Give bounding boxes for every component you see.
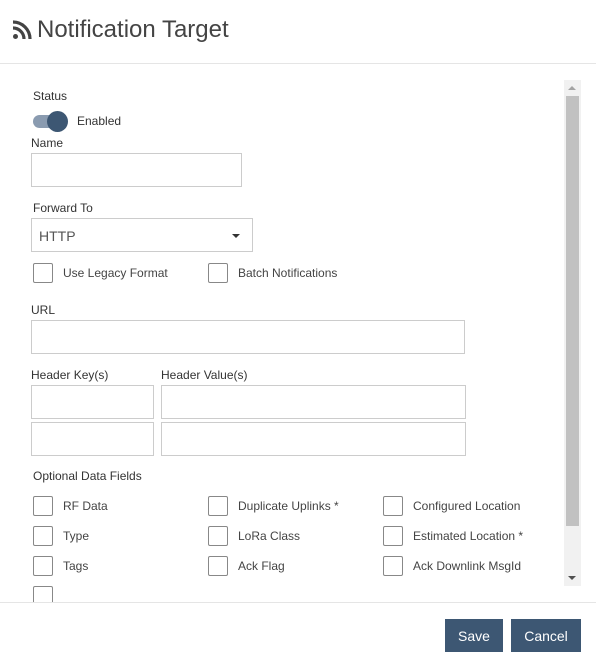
configured-location-label: Configured Location bbox=[413, 499, 521, 513]
lora-class-label: LoRa Class bbox=[238, 529, 301, 543]
url-label: URL bbox=[31, 303, 56, 317]
scroll-down-icon[interactable] bbox=[568, 576, 576, 580]
rss-icon bbox=[12, 20, 32, 40]
batch-notifications-label: Batch Notifications bbox=[238, 266, 338, 280]
header-value-input[interactable] bbox=[161, 422, 466, 456]
status-toggle-label: Enabled bbox=[77, 114, 122, 128]
header-key-input[interactable] bbox=[31, 422, 154, 456]
header-value-input[interactable] bbox=[161, 385, 466, 419]
toggle-knob bbox=[47, 111, 68, 132]
dialog-title: Notification Target bbox=[12, 16, 229, 44]
use-legacy-format-checkbox[interactable] bbox=[33, 263, 53, 283]
dialog-footer: Save Cancel bbox=[0, 602, 596, 667]
cancel-button[interactable]: Cancel bbox=[511, 619, 581, 652]
status-toggle[interactable] bbox=[33, 111, 69, 132]
dialog-title-text: Notification Target bbox=[37, 16, 229, 43]
scroll-up-icon[interactable] bbox=[568, 86, 576, 90]
url-input[interactable] bbox=[31, 320, 465, 354]
optional-fields-label: Optional Data Fields bbox=[33, 469, 142, 483]
caret-down-icon bbox=[232, 234, 240, 238]
lora-class-checkbox[interactable] bbox=[208, 526, 228, 546]
partial-checkbox[interactable] bbox=[33, 586, 53, 602]
batch-notifications-checkbox[interactable] bbox=[208, 263, 228, 283]
dialog-body: Status Enabled Name Forward To HTTP Use … bbox=[0, 64, 596, 602]
tags-checkbox[interactable] bbox=[33, 556, 53, 576]
type-label: Type bbox=[63, 529, 90, 543]
dialog-header: Notification Target bbox=[0, 0, 596, 64]
save-button[interactable]: Save bbox=[445, 619, 503, 652]
name-label: Name bbox=[31, 136, 64, 150]
name-input[interactable] bbox=[31, 153, 242, 187]
use-legacy-format-label: Use Legacy Format bbox=[63, 266, 168, 280]
tags-label: Tags bbox=[63, 559, 89, 573]
forward-to-label: Forward To bbox=[33, 201, 93, 215]
duplicate-uplinks-label: Duplicate Uplinks * bbox=[238, 499, 339, 513]
type-checkbox[interactable] bbox=[33, 526, 53, 546]
ack-downlink-msgid-label: Ack Downlink MsgId bbox=[413, 559, 522, 573]
configured-location-checkbox[interactable] bbox=[383, 496, 403, 516]
duplicate-uplinks-checkbox[interactable] bbox=[208, 496, 228, 516]
rf-data-checkbox[interactable] bbox=[33, 496, 53, 516]
estimated-location-checkbox[interactable] bbox=[383, 526, 403, 546]
ack-flag-checkbox[interactable] bbox=[208, 556, 228, 576]
ack-downlink-msgid-checkbox[interactable] bbox=[383, 556, 403, 576]
scrollbar-thumb[interactable] bbox=[566, 96, 579, 526]
header-values-label: Header Value(s) bbox=[161, 368, 248, 382]
forward-to-value: HTTP bbox=[39, 228, 76, 244]
scrollbar[interactable] bbox=[564, 80, 581, 586]
estimated-location-label: Estimated Location * bbox=[413, 529, 524, 543]
forward-to-select[interactable]: HTTP bbox=[31, 218, 253, 252]
header-key-input[interactable] bbox=[31, 385, 154, 419]
header-keys-label: Header Key(s) bbox=[31, 368, 109, 382]
ack-flag-label: Ack Flag bbox=[238, 559, 285, 573]
rf-data-label: RF Data bbox=[63, 499, 108, 513]
status-label: Status bbox=[33, 89, 68, 103]
